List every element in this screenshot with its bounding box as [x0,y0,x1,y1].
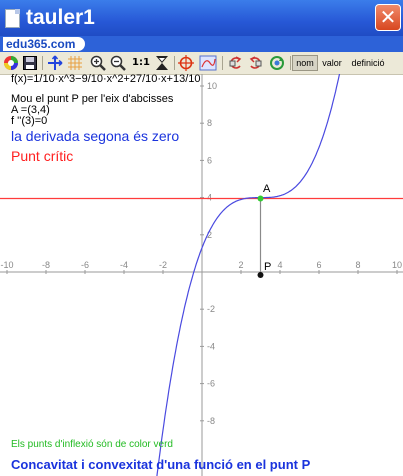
y-tick-label: -6 [207,379,215,389]
toolbar-separator [42,56,43,70]
window-title: tauler1 [26,6,95,29]
hourglass-icon[interactable] [154,55,170,71]
y-tick-label: -2 [207,304,215,314]
undo-icon[interactable] [226,55,244,71]
zoom-in-icon[interactable] [90,55,106,71]
zoom-reset-button[interactable]: 1:1 [131,55,151,71]
color-wheel-icon[interactable] [3,55,19,71]
valor-toggle[interactable]: valor [319,55,345,71]
point-p-label: P [264,261,272,273]
definicio-toggle[interactable]: definició [346,55,390,71]
blue-message: la derivada segona és zero [11,128,180,144]
x-tick-label: 2 [238,260,243,270]
redo-icon[interactable] [247,55,265,71]
close-button[interactable]: ✕ [375,4,401,31]
x-tick-label: -8 [42,260,50,270]
x-tick-label: 6 [316,260,321,270]
toolbar: 1:1 nom valor definició [0,52,403,75]
x-tick-label: -2 [159,260,167,270]
second-derivative-value: f ''(3)=0 [11,115,48,127]
graph-canvas[interactable]: -10 -8 -6 -4 -2 2 4 6 8 10 10 8 6 4 2 -2 -4 -6 -8 f(x)=1/… [0,74,403,476]
y-tick-label: 6 [207,155,212,165]
x-tick-label: -6 [81,260,89,270]
edu365-logo[interactable]: edu365.com [3,37,86,51]
nom-toggle[interactable]: nom [292,55,318,71]
crosshair-icon[interactable] [178,55,195,71]
brand-bar: edu365.com [0,36,403,52]
toolbar-separator [174,56,175,70]
y-tick-label: 10 [207,81,217,91]
inflection-note: Els punts d'inflexió són de color verd [11,439,173,450]
function-curve [156,74,341,476]
y-tick-label: 8 [207,118,212,128]
footer-title: Concavitat i convexitat d'una funció en … [11,457,311,472]
close-icon: ✕ [379,5,397,29]
y-tick-label: -4 [207,341,215,351]
x-tick-label: -4 [120,260,128,270]
point-p [257,272,264,278]
move-axes-icon[interactable] [47,55,63,71]
point-a-label: A [263,183,271,195]
toolbar-separator [222,56,223,70]
title-bar: tauler1 ✕ [0,0,403,36]
refresh-icon[interactable] [268,55,286,71]
x-tick-label: 8 [355,260,360,270]
y-tick-label: -8 [207,416,215,426]
x-tick-label: 10 [392,260,402,270]
save-icon[interactable] [22,55,38,71]
x-tick-label: -10 [0,260,13,270]
red-message: Punt crític [11,148,74,164]
document-icon [5,9,20,28]
toolbar-separator [290,56,291,70]
grid-icon[interactable] [67,55,83,71]
x-tick-label: 4 [277,260,282,270]
point-a [257,195,264,202]
function-definition: f(x)=1/10·x^3−9/10·x^2+27/10·x+13/10 [11,73,201,85]
zoom-out-icon[interactable] [110,55,126,71]
function-table-icon[interactable] [199,55,217,71]
y-tick-label: 4 [207,193,212,203]
